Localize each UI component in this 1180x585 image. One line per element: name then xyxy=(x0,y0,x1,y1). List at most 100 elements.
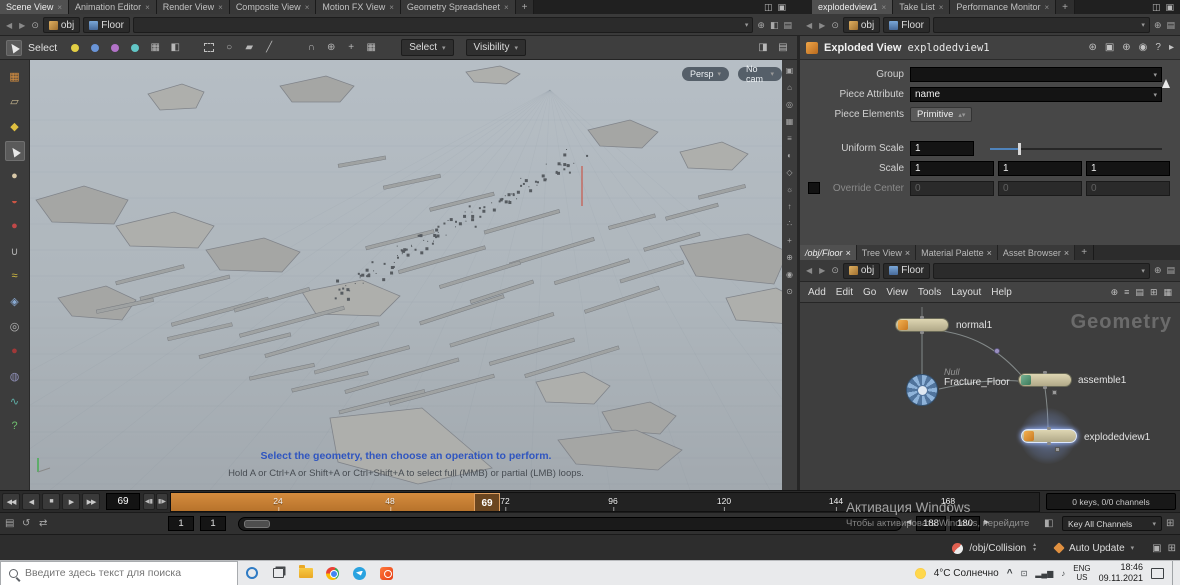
current-frame-field[interactable]: 69 xyxy=(106,493,140,510)
hand-tool-icon[interactable]: ● xyxy=(5,166,25,186)
pick-geometry-icon[interactable] xyxy=(1162,68,1170,79)
snap-options-icon[interactable]: ▦ xyxy=(363,40,379,56)
help-icon[interactable]: ? xyxy=(1155,42,1161,53)
close-tab-icon[interactable]: × xyxy=(305,3,310,12)
taskbar-search[interactable] xyxy=(0,561,238,585)
viewport-canvas[interactable] xyxy=(30,60,782,490)
node-assemble1-label[interactable]: assemble1 xyxy=(1078,375,1126,386)
view-pin-icon[interactable]: ⊙ xyxy=(786,287,793,296)
task-view-button[interactable] xyxy=(265,561,292,585)
scale-z-field[interactable]: 1 xyxy=(1086,161,1170,176)
split-pane-icon[interactable]: ◫ xyxy=(1152,2,1161,13)
close-tab-icon[interactable]: × xyxy=(504,3,509,12)
link-pane-icon[interactable]: ⊕ xyxy=(756,20,766,31)
paint-tool-icon[interactable]: ◒ xyxy=(5,191,25,211)
node-floor-chip[interactable]: Floor xyxy=(883,263,930,279)
chrome-button[interactable] xyxy=(319,561,346,585)
playback-range-slider[interactable] xyxy=(238,517,902,531)
group-field[interactable]: ▾ xyxy=(910,67,1162,82)
link-pane-icon[interactable]: ⊕ xyxy=(1153,265,1163,276)
range-slider-handle[interactable] xyxy=(244,520,270,528)
forward-icon[interactable]: ▶ xyxy=(817,21,827,30)
global-end-field[interactable]: 188 xyxy=(916,516,946,531)
loop-mode-icon[interactable]: ⇄ xyxy=(39,518,47,529)
substep-field[interactable]: 1 xyxy=(200,516,226,531)
tab-geometry-spreadsheet[interactable]: Geometry Spreadsheet× xyxy=(401,0,516,14)
uniform-scale-field[interactable]: 1 xyxy=(910,141,974,156)
cache-icon[interactable]: ▣ xyxy=(1152,543,1161,554)
pane-layout-icon[interactable]: ◧ xyxy=(769,20,780,31)
update-mode-dropdown[interactable]: Auto Update xyxy=(1069,543,1125,554)
node-assemble1[interactable] xyxy=(1018,373,1072,387)
tab-explodedview1[interactable]: explodedview1× xyxy=(812,0,893,14)
forward-icon[interactable]: ▶ xyxy=(17,21,27,30)
range-start-field[interactable]: 1 xyxy=(168,516,194,531)
node-floor-chip[interactable]: Floor xyxy=(883,17,930,33)
grid-view-icon[interactable]: ▤ xyxy=(1135,287,1144,298)
lasso-pick-icon[interactable]: ○ xyxy=(221,40,237,56)
tab-obj-floor[interactable]: /obj/Floor× xyxy=(800,245,857,260)
help-tool-icon[interactable]: ? xyxy=(5,416,25,436)
show-desktop-button[interactable] xyxy=(1172,561,1178,585)
camera-lock-icon[interactable]: ◉ xyxy=(786,270,793,279)
range-left-arrow-icon[interactable]: ◀ xyxy=(906,518,911,526)
back-icon[interactable]: ◀ xyxy=(804,266,814,275)
display-tray-icon[interactable]: ⊡ xyxy=(1021,569,1028,578)
keyframe-options-icon[interactable]: ⊞ xyxy=(1166,518,1174,529)
node-floor-chip[interactable]: Floor xyxy=(83,17,130,33)
select-tool-icon[interactable] xyxy=(5,141,25,161)
path-dropdown[interactable]: ▾ xyxy=(133,17,753,33)
timeline-ruler[interactable]: 24 48 72 96 120 144 168 69 xyxy=(170,492,1040,512)
tab-composite-view[interactable]: Composite View× xyxy=(230,0,317,14)
search-icon[interactable]: ⊕ xyxy=(1122,42,1130,53)
node-fracture-floor-label[interactable]: NullFracture_Floor xyxy=(944,367,1010,388)
info-icon[interactable]: ◉ xyxy=(1139,42,1148,53)
breakpoints-mask-icon[interactable] xyxy=(127,40,143,56)
menu-edit[interactable]: Edit xyxy=(836,287,853,298)
rbd-tool-icon[interactable]: ● xyxy=(5,341,25,361)
sphere-tool-icon[interactable]: ● xyxy=(5,216,25,236)
expand-icon[interactable]: ▸ xyxy=(1169,42,1174,53)
curve-icon[interactable]: ◆ xyxy=(5,116,25,136)
toolbar-menu-icon[interactable]: ▤ xyxy=(775,40,791,56)
tab-tree-view[interactable]: Tree View× xyxy=(857,245,916,260)
network-signal-icon[interactable]: ▂▄▆ xyxy=(1035,569,1053,578)
playhead[interactable]: 69 xyxy=(474,493,500,512)
step-back-button[interactable]: ◀▮ xyxy=(143,493,155,510)
tab-asset-browser[interactable]: Asset Browser× xyxy=(998,245,1075,260)
play-button[interactable]: ▶ xyxy=(62,493,80,510)
clock[interactable]: 18:4609.11.2021 xyxy=(1099,562,1143,584)
context-obj-chip[interactable]: obj xyxy=(43,17,80,33)
close-tab-icon[interactable]: × xyxy=(389,3,394,12)
step-down-icon[interactable]: ▼ xyxy=(1032,548,1037,553)
snap-view-icon[interactable]: ⊕ xyxy=(786,253,793,262)
points-display-icon[interactable]: ∴ xyxy=(787,219,792,228)
tab-render-view[interactable]: Render View× xyxy=(157,0,230,14)
file-explorer-button[interactable] xyxy=(292,561,319,585)
tab-material-palette[interactable]: Material Palette× xyxy=(916,245,998,260)
node-flag-icon[interactable] xyxy=(1055,447,1060,452)
pin-network-icon[interactable]: ⊙ xyxy=(830,265,840,276)
prims-mask-icon[interactable] xyxy=(107,40,123,56)
pane-menu-icon[interactable]: ▤ xyxy=(1165,265,1176,276)
browser-app-button[interactable] xyxy=(373,561,400,585)
new-tab-button[interactable]: + xyxy=(516,0,535,14)
display-options-icon[interactable]: ▣ xyxy=(786,66,794,75)
node-explodedview1[interactable] xyxy=(1021,429,1077,443)
new-tab-button[interactable]: + xyxy=(1056,0,1075,14)
corner-menu-icon[interactable]: ⊞ xyxy=(1168,543,1176,554)
ripple-tool-icon[interactable]: ≈ xyxy=(5,266,25,286)
stop-button[interactable]: ■ xyxy=(42,493,60,510)
ocean-tool-icon[interactable]: ∿ xyxy=(5,391,25,411)
select-arrow-icon[interactable] xyxy=(6,40,22,56)
close-tab-icon[interactable]: × xyxy=(882,3,887,12)
menu-layout[interactable]: Layout xyxy=(951,287,981,298)
jump-start-button[interactable]: ◀◀ xyxy=(2,493,20,510)
step-forward-button[interactable]: ▮▶ xyxy=(156,493,168,510)
range-right-arrow-icon[interactable]: ▶ xyxy=(984,518,989,526)
close-tab-icon[interactable]: × xyxy=(905,248,910,258)
context-obj-chip[interactable]: obj xyxy=(843,263,880,279)
tab-animation-editor[interactable]: Animation Editor× xyxy=(69,0,157,14)
path-dropdown[interactable]: ▾ xyxy=(933,17,1150,33)
scale-y-field[interactable]: 1 xyxy=(998,161,1082,176)
